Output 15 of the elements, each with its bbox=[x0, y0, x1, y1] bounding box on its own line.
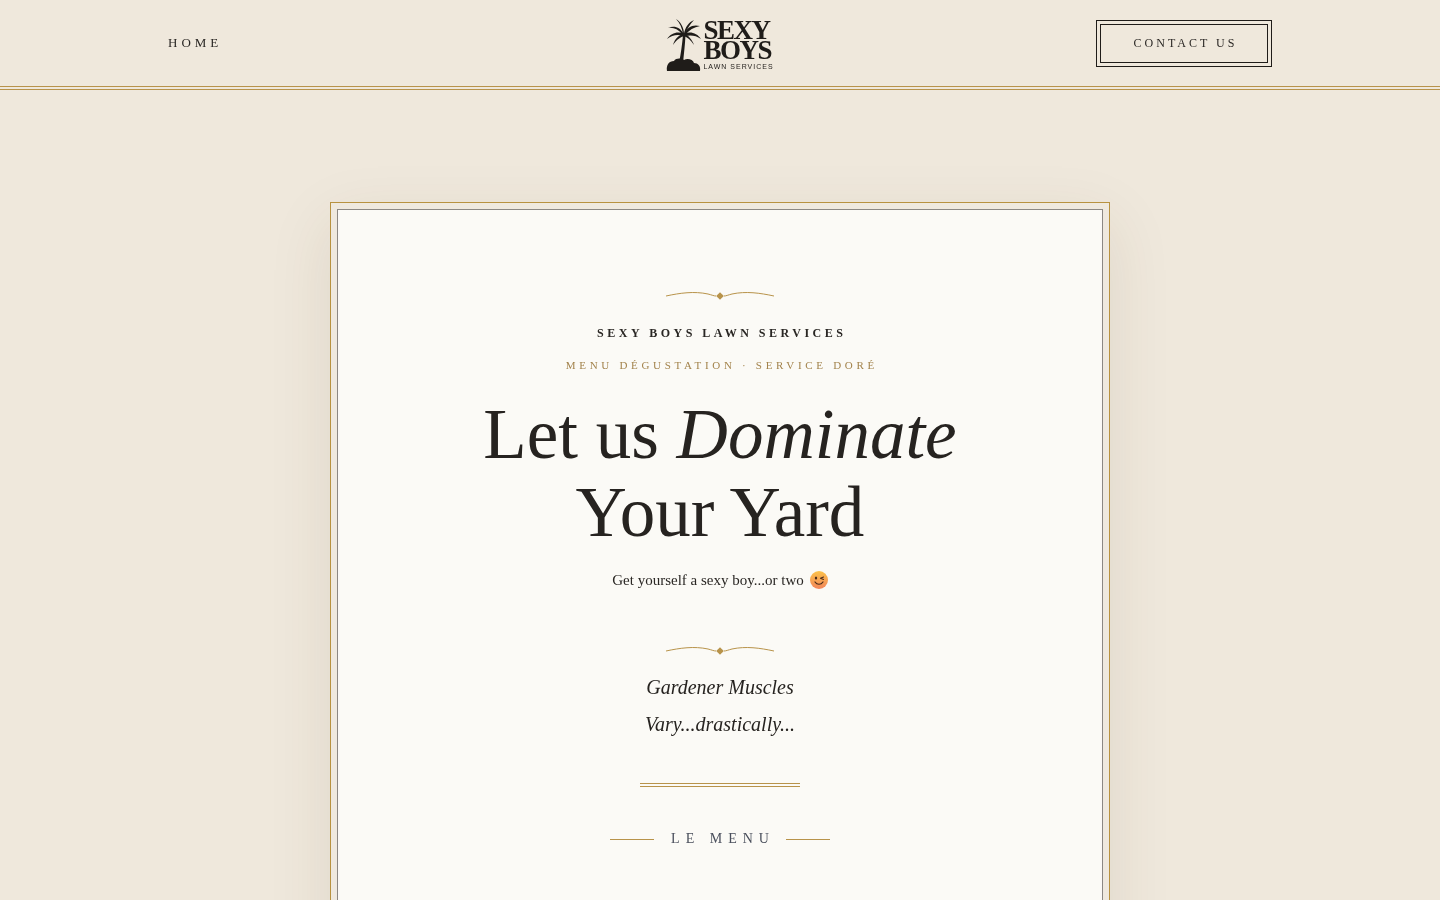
quote-line: Vary...drastically... bbox=[645, 712, 795, 738]
home-link[interactable]: HOME bbox=[168, 34, 223, 51]
winking-face-icon bbox=[809, 571, 828, 589]
brand-title: SEXY BOYS LAWN SERVICES bbox=[597, 326, 847, 341]
headline: Your Yard bbox=[575, 473, 865, 551]
tagline: Get yourself a sexy boy...or two bbox=[612, 571, 804, 589]
quote-line: Gardener Muscles bbox=[646, 675, 794, 700]
flourish-icon bbox=[666, 290, 774, 300]
section-title: LE MENU bbox=[671, 831, 775, 847]
logo-wordmark: BOYS bbox=[703, 40, 771, 60]
logo-wordmark: SEXY bbox=[703, 20, 770, 40]
menu-subtitle: MENU DÉGUSTATION · SERVICE DORÉ bbox=[565, 359, 878, 371]
headline: Let us Dominate bbox=[483, 395, 957, 473]
flourish-icon bbox=[666, 645, 774, 655]
palm-tree-icon bbox=[666, 19, 703, 71]
